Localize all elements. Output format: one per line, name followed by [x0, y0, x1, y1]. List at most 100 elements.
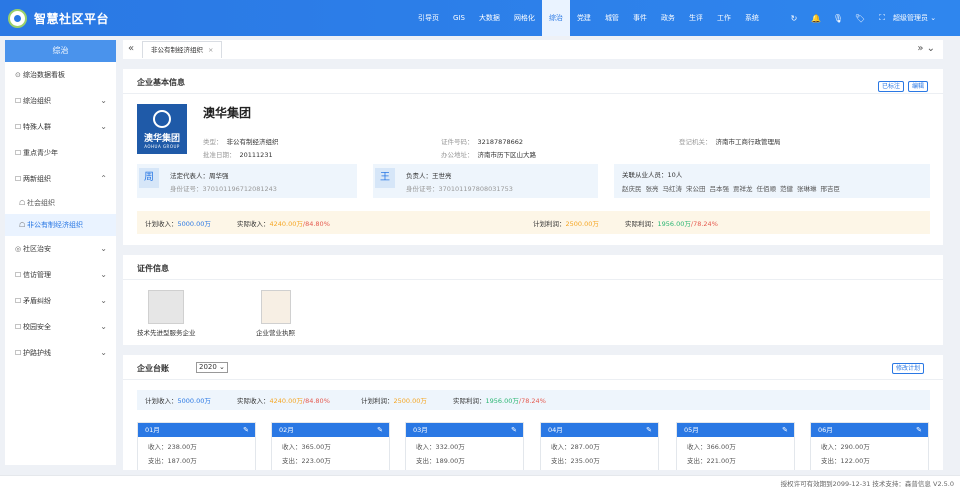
sidebar-item-label: 矛盾纠纷 [23, 297, 51, 305]
staff-name[interactable]: 马红涛 [663, 183, 683, 193]
pencil-icon[interactable]: ✎ [377, 423, 383, 437]
refresh-icon[interactable]: ↻ [783, 14, 805, 23]
staff-name[interactable]: 邢吉臣 [821, 183, 841, 193]
actual-profit: 实际利润：1956.00万/78.24% [625, 218, 718, 228]
stat-value: 2500.00万 [393, 397, 427, 405]
nav-item-grid[interactable]: 网格化 [507, 0, 542, 36]
microphone-icon[interactable]: 🎙 [827, 14, 849, 23]
nav-item-party[interactable]: 党建 [570, 0, 598, 36]
nav-item-guide[interactable]: 引导页 [411, 0, 446, 36]
sidebar-item-campus[interactable]: ☐ 校园安全 ⌄ [5, 314, 116, 340]
nav-item-system[interactable]: 系统 [738, 0, 766, 36]
sidebar-subitem-social-org[interactable]: ☖ 社会组织 [5, 192, 116, 214]
campus-icon: ☐ [15, 323, 22, 331]
nav-item-review[interactable]: 生评 [682, 0, 710, 36]
month-card: 03月 ✎ 收入：332.00万 支出：189.00万 [405, 422, 524, 470]
staff-name[interactable]: 吕本强 [710, 183, 730, 193]
sidebar-item-petition[interactable]: ☐ 信访管理 ⌄ [5, 262, 116, 288]
marked-button[interactable]: 已标注 [878, 81, 905, 92]
field-value: 非公有制经济组织 [226, 138, 279, 146]
field-value: 济南市工商行政管理局 [715, 138, 781, 146]
sidebar-item-org[interactable]: ☐ 综治组织 ⌄ [5, 88, 116, 114]
month-label: 03月 [413, 426, 428, 434]
staff-name[interactable]: 任佰顺 [757, 183, 777, 193]
field-value: 济南市历下区山大路 [477, 151, 537, 159]
tab-nonpublic-org[interactable]: 非公有制经济组织 × [142, 41, 223, 58]
month-card-header: 02月 ✎ [272, 423, 389, 437]
youth-icon: ☐ [15, 149, 22, 157]
divider [123, 379, 943, 380]
staff-name[interactable]: 范健 [780, 183, 793, 193]
sidebar-subitem-nonpublic-org[interactable]: ☖ 非公有制经济组织 [5, 214, 116, 236]
month-card: 04月 ✎ 收入：287.00万 支出：235.00万 [540, 422, 659, 470]
month-income: 收入：290.00万 [821, 443, 870, 451]
pencil-icon[interactable]: ✎ [243, 423, 249, 437]
chevron-down-icon: ⌄ [100, 244, 107, 253]
edit-button[interactable]: 编辑 [908, 81, 929, 92]
top-bar: 智慧社区平台 引导页 GIS 大数据 网格化 综治 党建 城管 事件 政务 生评… [0, 0, 960, 36]
certificate-item[interactable]: 技术先进型服务企业 [137, 290, 196, 337]
pencil-icon[interactable]: ✎ [511, 423, 517, 437]
top-tools: ↻ 🔔 🎙 🏷 ⛶ [783, 0, 893, 36]
scroll-left-icon[interactable]: « [128, 43, 134, 54]
fullscreen-icon[interactable]: ⛶ [871, 13, 893, 23]
person-in-charge-id: 身份证号：370101197808031753 [406, 185, 513, 193]
nav-item-affairs[interactable]: 政务 [654, 0, 682, 36]
certificate-panel: 证件信息 技术先进型服务企业 企业营业执照 [123, 255, 943, 345]
certificate-image[interactable] [260, 290, 291, 324]
month-expense: 支出：223.00万 [282, 457, 331, 465]
staff-name[interactable]: 宋公田 [686, 183, 706, 193]
close-icon[interactable]: × [208, 46, 213, 54]
stat-value: 5000.00万 [177, 219, 211, 228]
field-value: 20111231 [239, 151, 273, 159]
sidebar-item-label: 综治数据看板 [23, 71, 65, 79]
basic-info-panel: 企业基本信息 已标注 编辑 澳华集团 AOHUA GROUP 澳华集团 类型：非… [123, 69, 943, 245]
nav-item-governance[interactable]: 综治 [541, 0, 570, 36]
footer: 授权许可有效期到2099-12-31 技术支持：森普信息 V2.5.0 [0, 475, 960, 489]
staff-name[interactable]: 贾祥龙 [733, 183, 753, 193]
sidebar-item-dispute[interactable]: ☐ 矛盾纠纷 ⌄ [5, 288, 116, 314]
user-name: 超级管理员 [893, 14, 928, 22]
stat-percent: /84.80% [302, 397, 330, 405]
sidebar-item-road[interactable]: ☐ 护路护线 ⌄ [5, 340, 116, 366]
certificate-item[interactable]: 企业营业执照 [256, 290, 295, 337]
legal-rep-id: 身份证号：370101196712081243 [170, 185, 277, 193]
certificate-caption: 技术先进型服务企业 [137, 329, 196, 337]
petition-icon: ☐ [15, 271, 22, 279]
sidebar-item-dashboard[interactable]: ⊙ 综治数据看板 [5, 62, 116, 88]
bell-icon[interactable]: 🔔 [805, 14, 827, 23]
people-icon: ☐ [15, 123, 22, 131]
chevron-down-icon: ⌄ [100, 96, 107, 105]
user-menu[interactable]: 超级管理员 ⌄ [893, 13, 936, 23]
sidebar-item-youth[interactable]: ☐ 重点青少年 [5, 140, 116, 166]
pencil-icon[interactable]: ✎ [646, 423, 652, 437]
modify-plan-button[interactable]: 修改计划 [892, 363, 925, 374]
pencil-icon[interactable]: ✎ [782, 423, 788, 437]
staff-name[interactable]: 赵庆民 [622, 183, 642, 193]
nav-item-city[interactable]: 城管 [598, 0, 626, 36]
field-key: 批准日期 [203, 151, 229, 159]
staff-name[interactable]: 张琳琳 [797, 183, 817, 193]
avatar: 王 [375, 168, 395, 188]
app-title: 智慧社区平台 [34, 12, 110, 26]
nav-item-bigdata[interactable]: 大数据 [472, 0, 507, 36]
month-card-header: 05月 ✎ [677, 423, 794, 437]
pencil-icon[interactable]: ✎ [916, 423, 922, 437]
certificate-image[interactable] [148, 290, 185, 324]
legal-rep-name: 法定代表人：周华强 [170, 172, 229, 180]
field-approve-date: 批准日期： 20111231 [203, 151, 273, 159]
sidebar-item-special-people[interactable]: ☐ 特殊人群 ⌄ [5, 114, 116, 140]
tag-icon[interactable]: 🏷 [849, 14, 871, 23]
year-select[interactable]: 2020 ⌄ [196, 362, 228, 373]
stat-percent: /78.24% [690, 219, 718, 228]
field-key: 登记机关 [679, 138, 705, 146]
nav-item-work[interactable]: 工作 [710, 0, 738, 36]
nav-item-event[interactable]: 事件 [626, 0, 654, 36]
nav-item-gis[interactable]: GIS [446, 0, 472, 36]
month-income: 收入：365.00万 [282, 443, 331, 451]
staff-name[interactable]: 张亮 [646, 183, 659, 193]
sidebar-header: 综治 [5, 40, 116, 62]
scroll-right-icon[interactable]: » ⌄ [917, 43, 935, 54]
sidebar-item-security[interactable]: ◎ 社区治安 ⌄ [5, 236, 116, 262]
sidebar-item-two-new[interactable]: ☐ 两新组织 ⌃ [5, 166, 116, 192]
